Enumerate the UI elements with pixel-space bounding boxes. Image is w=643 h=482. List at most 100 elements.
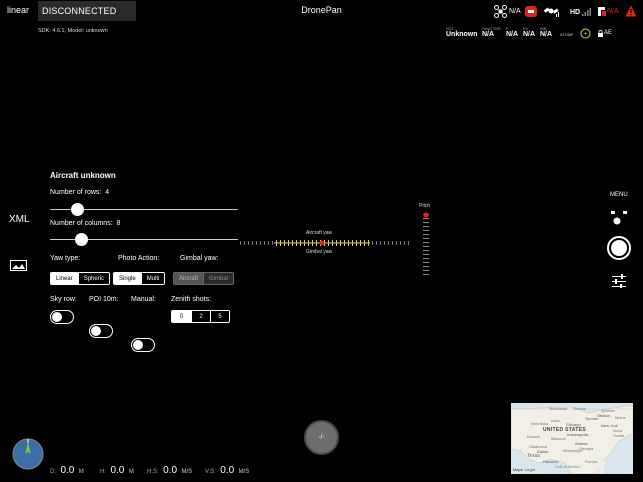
- remote-controller-icon: [525, 6, 537, 17]
- drone-icon: [494, 5, 507, 18]
- map-label-iowa: Iowa: [551, 418, 560, 423]
- yaw-tick: [244, 241, 245, 245]
- settings-sliders-icon[interactable]: [612, 274, 626, 288]
- vertical-speed-unit: M/S: [238, 469, 250, 475]
- rows-value: 4: [105, 189, 110, 196]
- start-pano-button[interactable]: -/-: [304, 420, 339, 455]
- photo-action-label: Photo Action:: [118, 255, 160, 262]
- yaw-tick: [272, 241, 273, 245]
- yaw-tick: [392, 241, 393, 245]
- horizontal-speed-readout: H.S: 0.0 M/S: [147, 460, 192, 478]
- yaw-scale: [240, 240, 409, 246]
- manual-label: Manual:: [131, 296, 156, 303]
- zenith-label: Zenith shots:: [171, 296, 212, 303]
- zenith-2[interactable]: 2: [191, 311, 210, 322]
- iso-value: Unknown: [446, 31, 478, 38]
- pitch-tick: [423, 238, 429, 239]
- pitch-scale: [423, 212, 429, 275]
- distance-value: 0.0: [60, 465, 75, 476]
- map-label-nebraska: Nebraska: [531, 421, 549, 426]
- yaw-tick: [404, 241, 405, 245]
- ev-value: N/A: [523, 31, 536, 38]
- height-label: H:: [100, 469, 106, 475]
- gimbal-yaw-gimbal[interactable]: Gimbal: [203, 273, 234, 284]
- gimbal-yaw-aircraft[interactable]: Aircraft: [174, 273, 204, 284]
- map-label-atlanta: Atlanta: [575, 441, 588, 446]
- rows-slider[interactable]: [50, 202, 238, 216]
- cols-label: Number of columns: 8: [50, 220, 120, 227]
- rows-slider-knob[interactable]: [71, 203, 84, 216]
- yaw-tick: [252, 241, 253, 245]
- poi-toggle-knob: [91, 326, 101, 336]
- yaw-tick: [380, 241, 381, 245]
- cols-slider-knob[interactable]: [74, 233, 88, 246]
- map-label-georgia: Georgia: [579, 446, 594, 451]
- photo-action-multi[interactable]: Multi: [140, 273, 165, 284]
- zenith-segmented[interactable]: 0 2 5: [171, 310, 230, 323]
- lock-icon: [598, 30, 603, 37]
- map-attribution-maps: Maps: [513, 467, 523, 472]
- drone-signal-value: N/A: [509, 8, 521, 15]
- map-label-missouri: Missouri: [551, 436, 566, 441]
- gimbal-yaw-segmented[interactable]: Aircraft Gimbal: [173, 272, 235, 285]
- menu-button[interactable]: MENU: [610, 192, 628, 198]
- poi-toggle[interactable]: [89, 324, 113, 338]
- zenith-0[interactable]: 0: [172, 311, 191, 322]
- camera-mode: ATOMF: [560, 32, 574, 37]
- map-legal-link[interactable]: Legal: [525, 467, 535, 472]
- yaw-tick: [240, 241, 241, 245]
- battery-value: N/A: [607, 8, 619, 15]
- pitch-tick: [423, 258, 429, 259]
- map-label-new-york: New York: [601, 423, 618, 428]
- pitch-tick: [423, 270, 429, 271]
- aperture-value: N/A: [506, 31, 519, 38]
- map-label-indianapolis: Indianapolis: [567, 432, 589, 437]
- pitch-marker: [423, 212, 429, 218]
- camera-switch-icon[interactable]: [610, 210, 628, 226]
- poi-label: POI 10m:: [89, 296, 119, 303]
- cols-slider[interactable]: [50, 232, 238, 246]
- mini-map[interactable]: Minnesota Ontario Quebec Nebraska Iowa U…: [511, 403, 633, 474]
- cols-label-text: Number of columns:: [50, 220, 113, 227]
- photo-action-single[interactable]: Single: [114, 273, 141, 284]
- map-label-minnesota: Minnesota: [549, 406, 568, 411]
- shutter-button[interactable]: [607, 236, 631, 260]
- start-pano-label: -/-: [318, 434, 325, 441]
- pitch-label: Pitch: [419, 203, 431, 209]
- pitch-tick: [423, 230, 429, 231]
- manual-toggle[interactable]: [131, 338, 155, 352]
- focus-target-icon[interactable]: [580, 28, 591, 39]
- vertical-speed-label: V.S:: [205, 469, 216, 475]
- height-value: 0.0: [110, 465, 125, 476]
- vertical-speed-readout: V.S: 0.0 M/S: [205, 460, 249, 478]
- pitch-tick: [423, 226, 429, 227]
- hd-signal-bars-icon: [582, 8, 591, 16]
- xml-button[interactable]: XML: [9, 214, 30, 225]
- sky-row-toggle[interactable]: [50, 310, 74, 324]
- yaw-type-linear[interactable]: Linear: [51, 273, 78, 284]
- sky-row-label: Sky row:: [50, 296, 77, 303]
- yaw-tick: [260, 241, 261, 245]
- yaw-tick: [256, 241, 257, 245]
- zenith-5[interactable]: 5: [210, 311, 229, 322]
- yaw-type-spheric[interactable]: Spheric: [77, 273, 110, 284]
- distance-readout: D: 0.0 M: [50, 460, 84, 478]
- shutter-value: N/A: [482, 31, 495, 38]
- map-label-kansas: Kansas: [527, 434, 541, 439]
- warning-icon[interactable]: [625, 5, 637, 17]
- photo-action-segmented[interactable]: Single Multi: [113, 272, 166, 285]
- pitch-tick: [423, 250, 429, 251]
- horizontal-speed-label: H.S:: [147, 469, 159, 475]
- gimbal-yaw-indicator-label: Gimbal yaw: [306, 249, 333, 255]
- map-label-ottawa: Ottawa: [597, 413, 610, 418]
- map-label-gulf: Gulf of Mexico: [555, 464, 581, 469]
- pitch-tick: [423, 222, 429, 223]
- gallery-icon[interactable]: [10, 260, 27, 271]
- ae-label[interactable]: AE: [604, 30, 612, 36]
- horizontal-speed-unit: M/S: [181, 469, 193, 475]
- yaw-tick: [388, 241, 389, 245]
- yaw-type-segmented[interactable]: Linear Spheric: [50, 272, 111, 285]
- yaw-tick: [268, 241, 269, 245]
- pitch-tick: [423, 262, 429, 263]
- compass-icon: [12, 438, 44, 470]
